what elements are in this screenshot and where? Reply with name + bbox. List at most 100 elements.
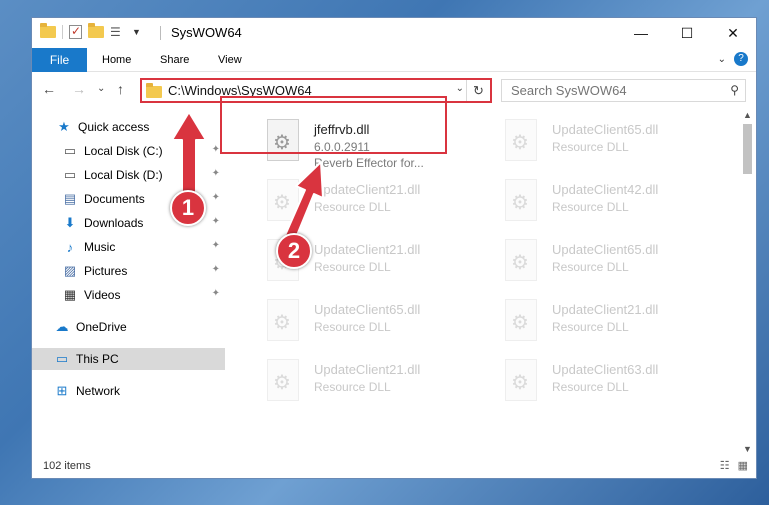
file-item[interactable]: UpdateClient65.dll Resource DLL [251, 294, 477, 352]
sidebar-item-label: Pictures [84, 264, 128, 278]
file-type: Resource DLL [314, 260, 391, 274]
dll-file-icon [505, 119, 537, 161]
back-button[interactable]: ← [42, 81, 56, 97]
dll-file-icon [505, 299, 537, 341]
item-count: 102 items [43, 460, 91, 472]
file-type: Resource DLL [314, 200, 391, 214]
sidebar-item-label: Videos [84, 288, 121, 302]
window-title: SysWOW64 [171, 25, 242, 40]
search-input[interactable] [511, 83, 721, 98]
callout-step-2: 2 [276, 233, 312, 269]
documents-icon: ▤ [63, 191, 77, 206]
pictures-icon: ▨ [63, 263, 77, 278]
file-name: UpdateClient65.dll [314, 302, 421, 317]
search-box[interactable]: ⚲ [501, 79, 746, 102]
pin-icon: ✦ [211, 288, 220, 299]
dll-file-icon [505, 359, 537, 401]
maximize-button[interactable]: ☐ [664, 18, 710, 48]
sidebar-item-label: Downloads [84, 216, 144, 230]
sidebar-item-local-disk-d[interactable]: ▭ Local Disk (D:) ✦ [32, 164, 225, 186]
quick-access-toolbar: ☰ ▼ [40, 23, 141, 39]
file-name: UpdateClient42.dll [552, 182, 659, 197]
properties-check-icon[interactable] [69, 24, 82, 39]
pin-icon: ✦ [211, 240, 220, 251]
sidebar-item-music[interactable]: ♪ Music ✦ [32, 236, 225, 258]
folder-icon [40, 23, 56, 38]
sidebar-item-pictures[interactable]: ▨ Pictures ✦ [32, 260, 225, 282]
file-type: Resource DLL [314, 320, 391, 334]
file-description: Reverb Effector for... [314, 156, 424, 170]
scroll-up-icon[interactable]: ▲ [743, 110, 752, 120]
tab-share[interactable]: Share [160, 48, 189, 72]
large-icons-view-icon[interactable]: ▦ [738, 459, 748, 472]
search-icon[interactable]: ⚲ [730, 83, 739, 97]
file-highlight-box [220, 96, 447, 154]
file-item[interactable]: UpdateClient21.dll Resource DLL [489, 294, 715, 352]
navigation-pane: ★ Quick access ▭ Local Disk (C:) ✦ ▭ Loc… [32, 108, 225, 450]
sidebar-item-quick-access[interactable]: ★ Quick access [32, 116, 225, 138]
file-name: UpdateClient21.dll [314, 362, 421, 377]
file-item[interactable]: UpdateClient65.dll Resource DLL [489, 114, 715, 172]
dll-file-icon [505, 179, 537, 221]
file-type: Resource DLL [552, 380, 629, 394]
tab-file[interactable]: File [32, 48, 87, 72]
file-item[interactable]: UpdateClient65.dll Resource DLL [489, 234, 715, 292]
dll-file-icon [267, 179, 299, 221]
ribbon-tabs: File Home Share View ⌄ ? [32, 48, 756, 72]
title-bar: ☰ ▼ SysWOW64 — ☐ ✕ [32, 18, 756, 48]
details-view-icon[interactable]: ☷ [720, 459, 730, 472]
sidebar-item-videos[interactable]: ▦ Videos ✦ [32, 284, 225, 306]
sidebar-item-label: OneDrive [76, 320, 127, 334]
download-icon: ⬇ [64, 215, 76, 230]
sidebar-item-label: Local Disk (D:) [84, 168, 163, 182]
sidebar-item-label: This PC [76, 352, 119, 366]
forward-button[interactable]: → [72, 81, 86, 97]
file-item[interactable]: UpdateClient42.dll Resource DLL [489, 174, 715, 232]
file-type: Resource DLL [552, 260, 629, 274]
file-type: Resource DLL [552, 200, 629, 214]
file-item[interactable]: UpdateClient21.dll Resource DLL [251, 174, 477, 232]
file-item[interactable]: UpdateClient63.dll Resource DLL [489, 354, 715, 412]
computer-icon: ▭ [55, 351, 69, 366]
tab-view[interactable]: View [218, 48, 242, 72]
up-button[interactable]: ↑ [117, 81, 124, 97]
expand-ribbon-icon[interactable]: ⌄ [718, 54, 726, 65]
sidebar-item-local-disk-c[interactable]: ▭ Local Disk (C:) ✦ [32, 140, 225, 162]
close-button[interactable]: ✕ [710, 18, 756, 48]
sidebar-item-label: Network [76, 384, 121, 398]
file-name: UpdateClient21.dll [314, 182, 421, 197]
drive-icon: ▭ [63, 143, 77, 158]
minimize-button[interactable]: — [618, 18, 664, 48]
refresh-button[interactable]: ↻ [466, 80, 490, 101]
properties-icon[interactable]: ☰ [110, 25, 126, 39]
vertical-scrollbar[interactable]: ▲ ▼ [739, 108, 756, 454]
scroll-down-icon[interactable]: ▼ [743, 444, 752, 454]
file-type: Resource DLL [314, 380, 391, 394]
tab-home[interactable]: Home [102, 48, 131, 72]
drive-icon: ▭ [63, 167, 77, 182]
callout-step-1: 1 [170, 190, 206, 226]
pin-icon: ✦ [211, 192, 220, 203]
file-name: UpdateClient21.dll [314, 242, 421, 257]
chevron-down-icon[interactable]: ⌄ [456, 83, 464, 94]
sidebar-item-onedrive[interactable]: ☁ OneDrive [32, 316, 225, 338]
star-icon: ★ [58, 119, 70, 134]
file-name: UpdateClient65.dll [552, 242, 659, 257]
recent-locations-icon[interactable]: ⌄ [97, 83, 105, 94]
sidebar-item-label: Quick access [78, 120, 150, 134]
sidebar-item-network[interactable]: ⊞ Network [32, 380, 225, 402]
music-icon: ♪ [66, 239, 74, 255]
sidebar-item-this-pc[interactable]: ▭ This PC [32, 348, 225, 370]
new-folder-icon[interactable] [88, 23, 104, 38]
dll-file-icon [267, 299, 299, 341]
dll-file-icon [267, 359, 299, 401]
folder-icon [146, 82, 162, 98]
file-name: UpdateClient65.dll [552, 122, 659, 137]
scroll-thumb[interactable] [743, 124, 752, 174]
sidebar-item-label: Documents [84, 192, 145, 206]
customize-toolbar-dropdown-icon[interactable]: ▼ [132, 27, 141, 37]
help-icon[interactable]: ? [734, 52, 748, 66]
file-list: jfeffrvb.dll 6.0.0.2911 Reverb Effector … [235, 108, 740, 450]
file-item[interactable]: UpdateClient21.dll Resource DLL [251, 354, 477, 412]
pin-icon: ✦ [211, 168, 220, 179]
